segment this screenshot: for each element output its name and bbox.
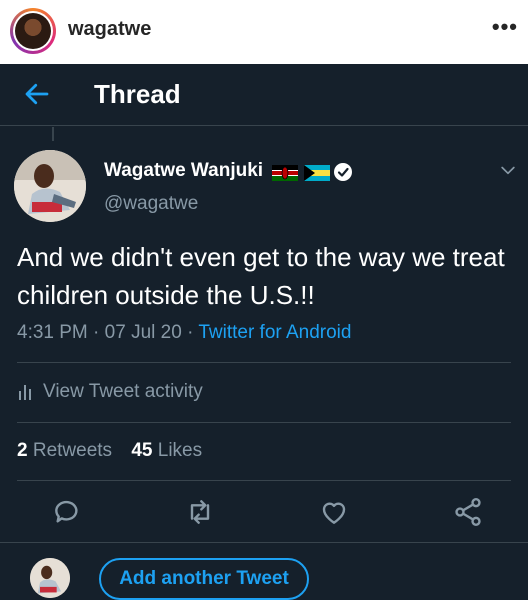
author-avatar[interactable] xyxy=(14,150,86,222)
likes-label: Likes xyxy=(157,440,203,461)
thread-header: Thread xyxy=(0,64,528,126)
user-avatar[interactable] xyxy=(30,558,70,598)
page-title: Thread xyxy=(94,79,181,109)
retweet-icon[interactable] xyxy=(184,496,216,528)
tweet-stats: 2 Retweets 45 Likes xyxy=(17,440,202,462)
instagram-post-header: wagatwe ••• xyxy=(0,0,528,64)
chevron-down-icon[interactable] xyxy=(498,160,518,180)
reply-icon[interactable] xyxy=(51,496,83,528)
tweet-meta: 4:31 PM · 07 Jul 20 · Twitter for Androi… xyxy=(17,322,351,344)
add-another-tweet-button[interactable]: Add another Tweet xyxy=(99,558,309,600)
arrow-left-icon[interactable] xyxy=(22,79,52,109)
divider xyxy=(17,362,511,363)
author-flags xyxy=(272,161,352,188)
share-icon[interactable] xyxy=(452,496,484,528)
kenya-flag-icon xyxy=(272,165,298,181)
divider xyxy=(17,422,511,423)
author-name[interactable]: Wagatwe Wanjuki xyxy=(104,160,263,182)
tweet-time: 4:31 PM xyxy=(17,322,88,343)
retweets-count: 2 xyxy=(17,440,28,461)
verified-badge-icon xyxy=(334,163,352,181)
likes-count: 45 xyxy=(131,440,153,461)
bahamas-flag-icon xyxy=(304,165,330,181)
thread-connector xyxy=(52,127,54,141)
avatar-ring xyxy=(13,11,53,51)
avatar-photo xyxy=(14,150,86,222)
more-horizontal-icon[interactable]: ••• xyxy=(492,14,518,40)
avatar-photo xyxy=(15,13,51,49)
avatar-photo xyxy=(30,558,70,598)
bar-chart-icon xyxy=(19,385,31,400)
tweet-text: And we didn't even get to the way we tre… xyxy=(17,242,505,310)
divider xyxy=(0,542,528,543)
tweet-date: 07 Jul 20 xyxy=(104,322,182,343)
instagram-avatar[interactable] xyxy=(10,8,56,54)
meta-separator: · xyxy=(93,322,100,343)
author-handle[interactable]: @wagatwe xyxy=(104,193,198,215)
tweet-actions xyxy=(0,496,528,532)
activity-label: View Tweet activity xyxy=(43,381,203,402)
retweets-stat[interactable]: 2 Retweets xyxy=(17,440,112,461)
likes-stat[interactable]: 45 Likes xyxy=(131,440,202,461)
divider xyxy=(17,480,511,481)
like-icon[interactable] xyxy=(318,496,350,528)
view-tweet-activity[interactable]: View Tweet activity xyxy=(17,381,203,403)
tweet-source[interactable]: Twitter for Android xyxy=(198,322,351,343)
instagram-username[interactable]: wagatwe xyxy=(68,18,151,41)
meta-separator: · xyxy=(187,322,194,343)
retweets-label: Retweets xyxy=(32,440,113,461)
